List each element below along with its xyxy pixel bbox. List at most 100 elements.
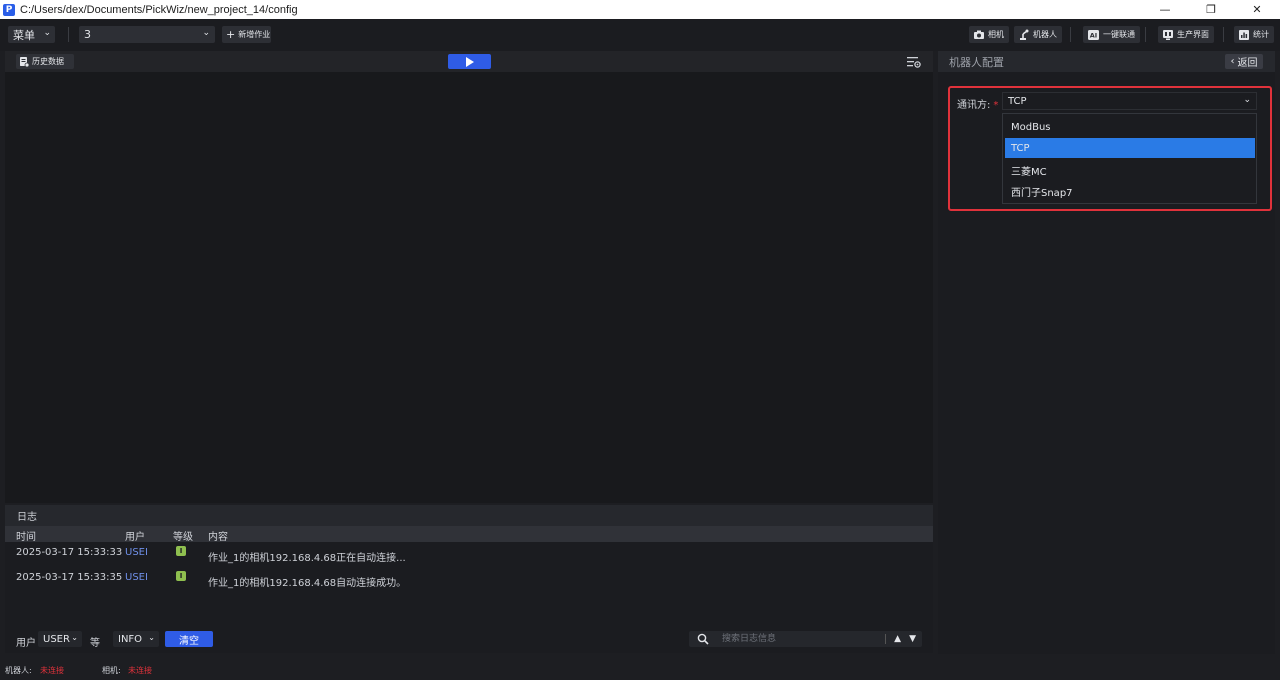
menu-label: 菜单	[13, 28, 35, 42]
window-titlebar: P C:/Users/dex/Documents/PickWiz/new_pro…	[0, 0, 1280, 19]
minimize-button[interactable]: —	[1142, 0, 1188, 19]
add-job-button[interactable]: + 新增作业	[222, 26, 271, 43]
add-job-label: 新增作业	[238, 30, 271, 39]
log-content: 作业_1的相机192.168.4.68正在自动连接...	[208, 553, 406, 564]
toolbar-divider	[1145, 27, 1146, 42]
toolbar: 菜单 ⌄ 3 ⌄ + 新增作业 相机 机器人 AI 一键联通 生产界面 统计	[0, 19, 1280, 51]
history-icon	[20, 56, 29, 67]
comm-method-select[interactable]: TCP ⌄	[1002, 92, 1257, 110]
log-content: 作业_1的相机192.168.4.68自动连接成功。	[208, 578, 407, 589]
job-value: 3	[84, 28, 91, 41]
log-panel: 日志 时间 用户 等级 内容 2025-03-17 15:33:33 USEI …	[5, 505, 933, 653]
run-button[interactable]	[448, 54, 491, 69]
search-nav: ▲ ▼	[885, 631, 916, 647]
restore-button[interactable]: ❐	[1188, 0, 1234, 19]
chevron-down-icon: ⌄	[1243, 95, 1251, 105]
robot-status-value: 未连接	[40, 666, 64, 675]
option-mitsubishi-mc[interactable]: 三菱MC	[1005, 160, 1255, 180]
toolbar-divider	[1223, 27, 1224, 42]
one-click-connect-button[interactable]: AI 一键联通	[1083, 26, 1140, 43]
status-bar: 机器人: 未连接 相机: 未连接	[0, 657, 1280, 680]
production-button[interactable]: 生产界面	[1158, 26, 1214, 43]
svg-text:AI: AI	[1090, 31, 1097, 39]
highlight-box: 通讯方: * TCP ⌄ ModBus TCP 三菱MC 西门子Snap7	[948, 86, 1272, 211]
toolbar-divider	[1070, 27, 1071, 42]
user-filter-value: USER	[43, 633, 70, 645]
camera-button[interactable]: 相机	[969, 26, 1009, 43]
log-row: 2025-03-17 15:33:35 USEI I 作业_1的相机192.16…	[5, 569, 933, 589]
log-footer: 用户 USER ⌄ 等 INFO ⌄ 清空 ▲ ▼	[5, 629, 933, 649]
log-column-headers: 时间 用户 等级 内容	[5, 526, 933, 543]
option-modbus[interactable]: ModBus	[1005, 117, 1255, 137]
col-level: 等级	[173, 532, 193, 543]
log-time: 2025-03-17 15:33:33	[16, 547, 123, 558]
toolbar-divider	[68, 27, 69, 42]
robot-button[interactable]: 机器人	[1014, 26, 1062, 43]
col-user: 用户	[125, 532, 145, 543]
log-search-input[interactable]	[722, 632, 872, 646]
plus-icon: +	[226, 28, 236, 41]
col-time: 时间	[16, 532, 36, 543]
camera-status-label: 相机:	[102, 666, 121, 675]
main-view-panel: 历史数据	[5, 51, 933, 503]
bar-chart-icon	[1239, 29, 1249, 40]
level-filter-label: 等	[90, 638, 100, 649]
comm-method-value: TCP	[1008, 95, 1027, 107]
log-user: USEI	[125, 572, 148, 583]
one-click-label: 一键联通	[1103, 30, 1135, 39]
job-select[interactable]: 3 ⌄	[79, 26, 215, 43]
chevron-down-icon: ⌄	[43, 28, 51, 38]
comm-method-label: 通讯方: *	[957, 96, 998, 111]
camera-icon	[974, 30, 984, 39]
history-label: 历史数据	[32, 57, 64, 66]
config-header: 机器人配置 ‹ 返回	[938, 51, 1275, 72]
back-button[interactable]: ‹ 返回	[1225, 54, 1263, 69]
comm-method-text: 通讯方:	[957, 100, 991, 111]
col-content: 内容	[208, 532, 228, 543]
level-filter-value: INFO	[118, 633, 143, 645]
production-label: 生产界面	[1177, 30, 1209, 39]
robot-label: 机器人	[1033, 30, 1057, 39]
chevron-down-icon: ⌄	[202, 28, 210, 38]
chevron-down-icon: ⌄	[148, 633, 155, 642]
ai-icon: AI	[1088, 29, 1099, 40]
production-icon	[1163, 29, 1173, 40]
log-level-badge: I	[176, 571, 186, 581]
robot-status-label: 机器人:	[5, 666, 32, 675]
option-tcp[interactable]: TCP	[1005, 138, 1255, 158]
clear-log-button[interactable]: 清空	[165, 631, 213, 647]
log-search-box: ▲ ▼	[689, 631, 922, 647]
user-filter-label: 用户	[16, 638, 36, 649]
app-icon: P	[3, 3, 15, 16]
chevron-left-icon: ‹	[1230, 56, 1235, 67]
play-icon	[466, 56, 474, 67]
level-filter-select[interactable]: INFO ⌄	[113, 631, 159, 647]
close-button[interactable]: ✕	[1234, 0, 1280, 19]
log-time: 2025-03-17 15:33:35	[16, 572, 123, 583]
config-title: 机器人配置	[949, 55, 1004, 69]
robot-config-panel: 机器人配置 ‹ 返回 通讯方: * TCP ⌄ ModBus TCP 三菱MC 西…	[938, 51, 1275, 654]
view-settings-icon[interactable]	[907, 55, 921, 69]
search-icon	[697, 633, 709, 645]
search-next-icon[interactable]: ▼	[909, 634, 916, 644]
user-filter-select[interactable]: USER ⌄	[38, 631, 82, 647]
option-siemens-snap7[interactable]: 西门子Snap7	[1005, 181, 1255, 201]
required-mark: *	[993, 100, 999, 111]
log-user: USEI	[125, 547, 148, 558]
robot-arm-icon	[1020, 29, 1029, 40]
stats-button[interactable]: 统计	[1234, 26, 1274, 43]
camera-status-value: 未连接	[128, 666, 152, 675]
log-row: 2025-03-17 15:33:33 USEI I 作业_1的相机192.16…	[5, 544, 933, 564]
main-view-header: 历史数据	[5, 51, 933, 72]
history-data-button[interactable]: 历史数据	[16, 54, 74, 69]
window-title: C:/Users/dex/Documents/PickWiz/new_proje…	[20, 3, 298, 16]
comm-method-dropdown: ModBus TCP 三菱MC 西门子Snap7	[1002, 113, 1257, 204]
menu-dropdown[interactable]: 菜单 ⌄	[8, 26, 55, 43]
search-prev-icon[interactable]: ▲	[894, 634, 901, 644]
search-divider	[885, 634, 887, 644]
log-header: 日志	[5, 505, 933, 526]
log-level-badge: I	[176, 546, 186, 556]
camera-label: 相机	[988, 30, 1004, 39]
back-label: 返回	[1237, 58, 1258, 69]
window-controls: — ❐ ✕	[1142, 0, 1280, 19]
